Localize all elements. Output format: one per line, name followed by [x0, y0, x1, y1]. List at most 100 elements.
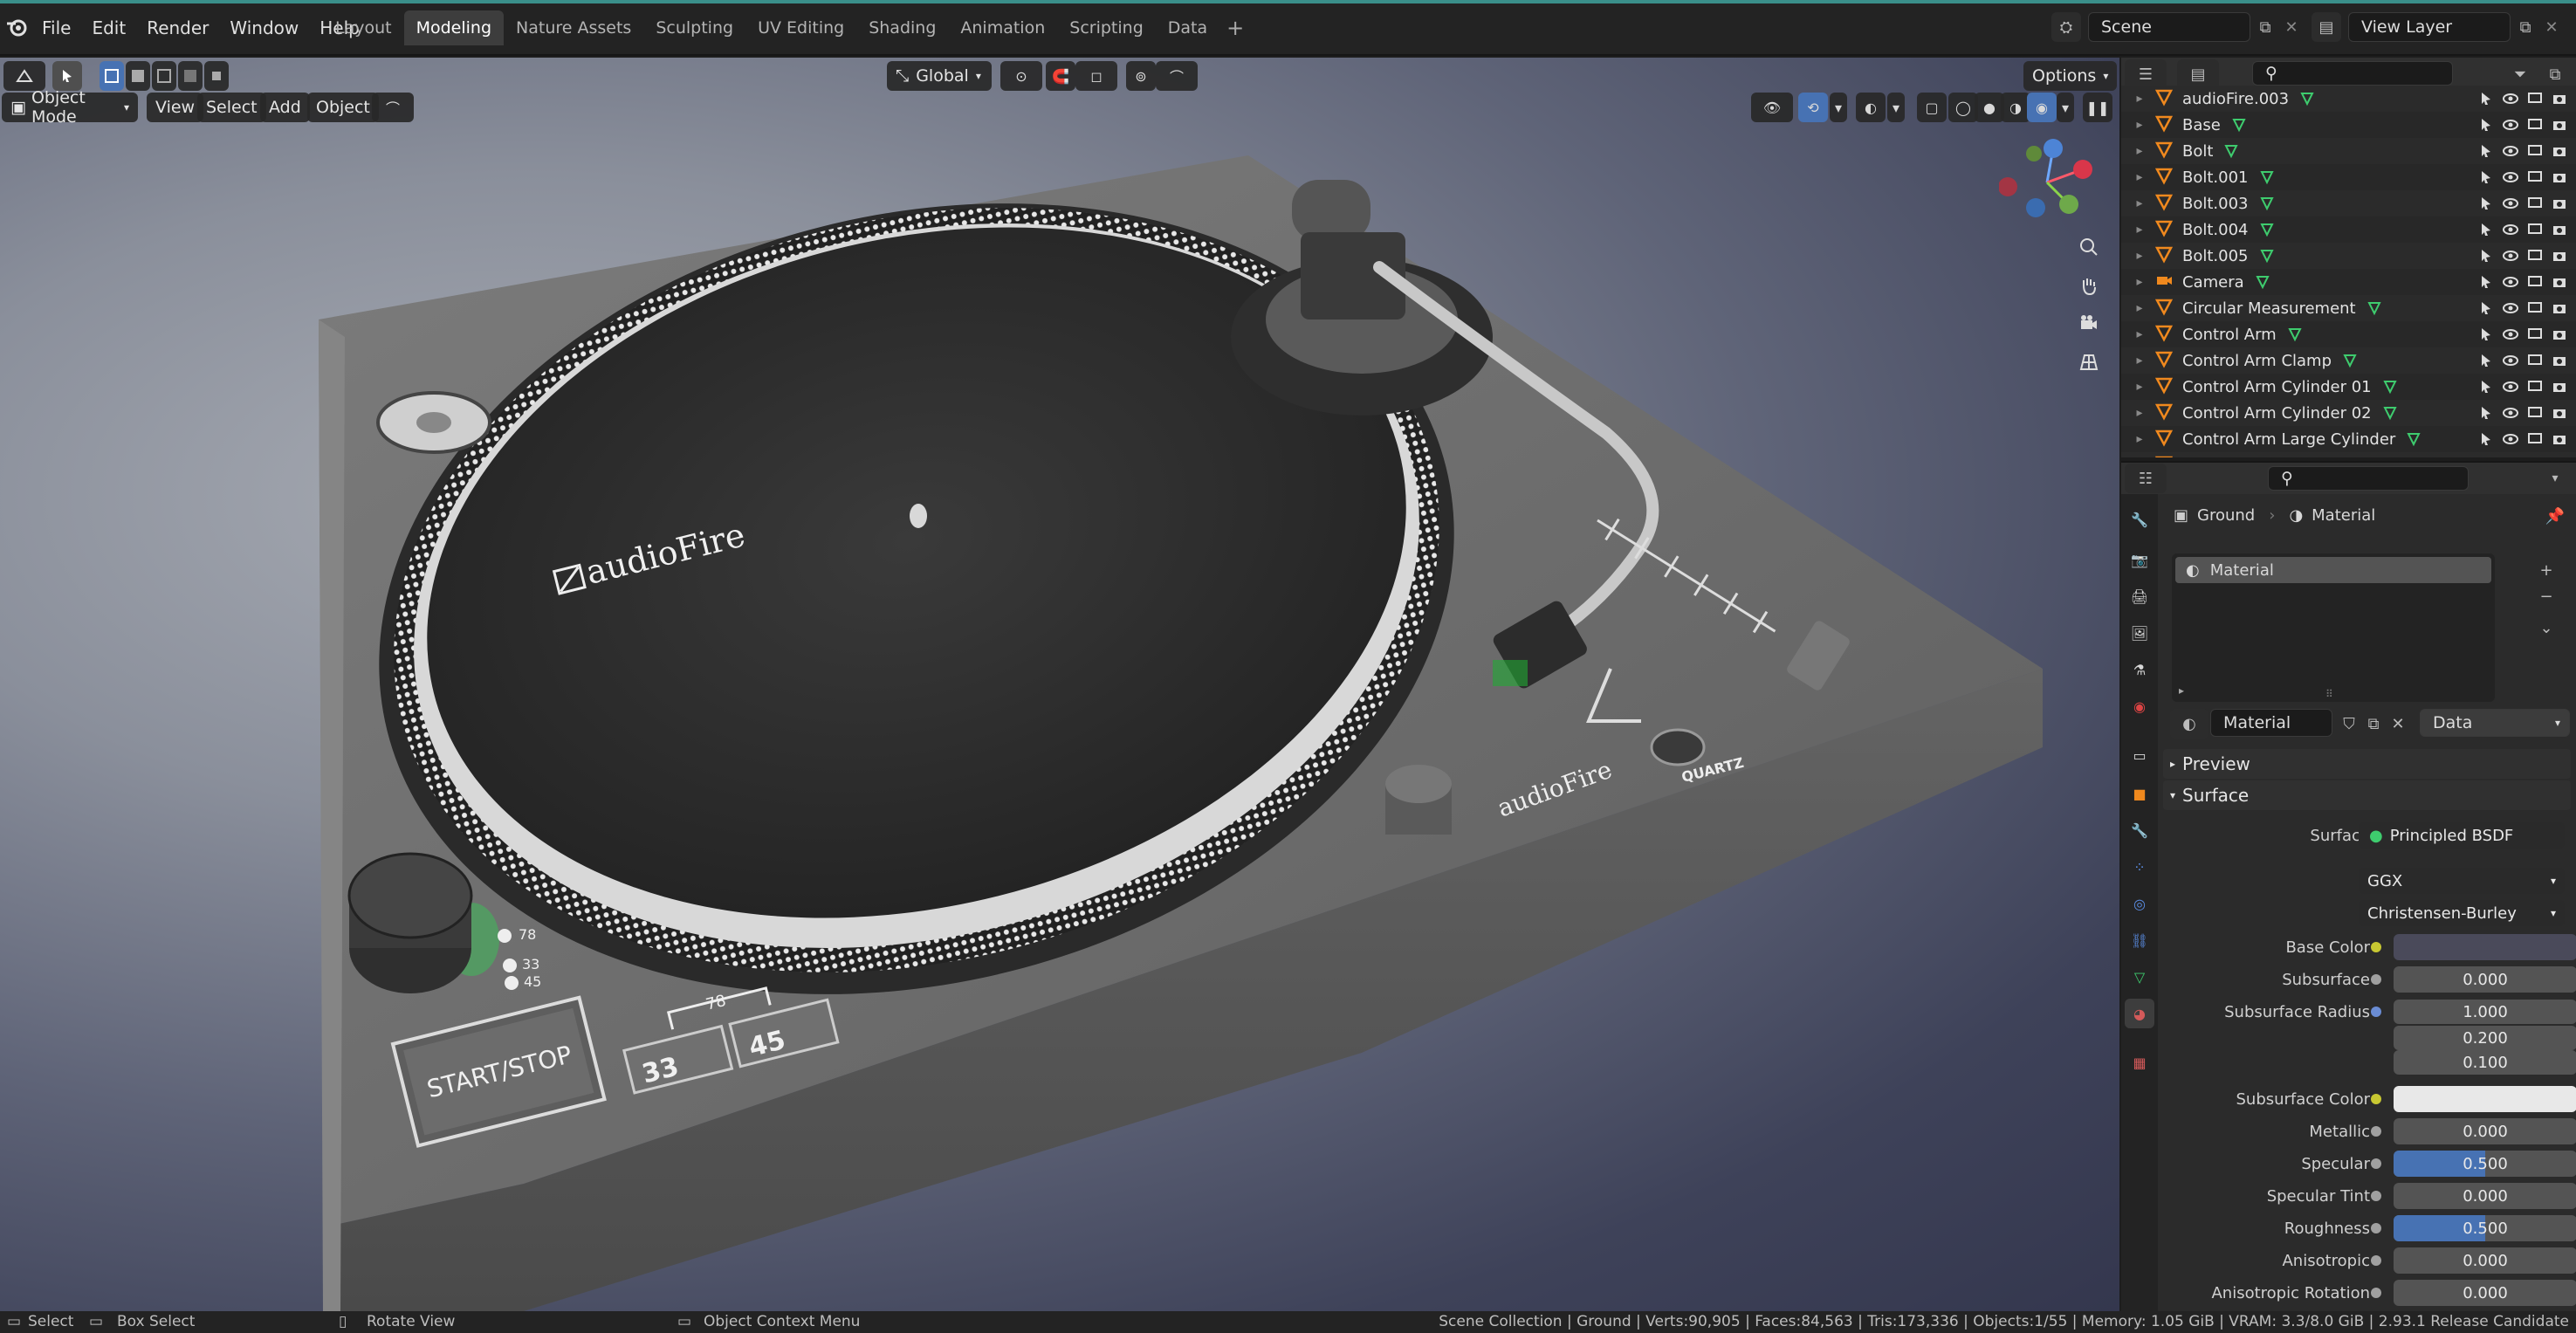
number-field[interactable]: 0.000 [2394, 1118, 2576, 1144]
number-field[interactable]: 0.100 [2394, 1050, 2576, 1075]
subsurface-method-dropdown[interactable]: Christensen-Burley ▾ [2359, 900, 2565, 926]
select-mode-subtract-icon[interactable] [152, 61, 176, 91]
monitor-icon[interactable] [2527, 248, 2543, 264]
object-tab-icon[interactable]: ■ [2125, 779, 2154, 808]
surface-panel-header[interactable]: ▾ Surface [2163, 780, 2571, 810]
expand-arrow-icon[interactable]: ▸ [2125, 118, 2154, 132]
render-camera-icon[interactable] [2552, 326, 2567, 342]
render-camera-icon[interactable] [2552, 222, 2567, 237]
list-expand-icon[interactable]: ▸ [2179, 684, 2184, 697]
render-camera-icon[interactable] [2552, 431, 2567, 447]
outliner-row[interactable]: ▸ Control Arm Cylinder 01 [2121, 374, 2576, 400]
tab-nature-assets[interactable]: Nature Assets [504, 10, 643, 45]
expand-arrow-icon[interactable]: ▸ [2125, 144, 2154, 158]
scene-new-icon[interactable]: ⧉ [2250, 12, 2280, 42]
eye-icon[interactable] [2503, 405, 2518, 421]
monitor-icon[interactable] [2527, 274, 2543, 290]
transform-orientation-dropdown[interactable]: ⤡ Global ▾ [887, 61, 992, 91]
selectable-arrow-icon[interactable] [2478, 248, 2494, 264]
view-layer-new-icon[interactable]: ⧉ [2511, 12, 2540, 42]
selectable-arrow-icon[interactable] [2478, 143, 2494, 159]
transform-affect-icon[interactable]: ⌒ [372, 93, 414, 122]
expand-arrow-icon[interactable]: ▸ [2125, 432, 2154, 446]
socket-dot-icon[interactable] [2371, 1255, 2381, 1266]
selectable-arrow-icon[interactable] [2478, 169, 2494, 185]
outliner-row[interactable]: ▸ Bolt [2121, 138, 2576, 164]
proportional-falloff-icon[interactable]: ⌒ [1156, 61, 1198, 91]
monitor-icon[interactable] [2527, 143, 2543, 159]
outliner-editor-type-icon[interactable]: ☰ [2125, 59, 2167, 89]
physics-tab-icon[interactable]: ◎ [2125, 889, 2154, 918]
surface-shader-selector[interactable]: ● Principled BSDF [2359, 822, 2565, 849]
outliner-row[interactable]: ▸ Control Arm Large Cylinder [2121, 426, 2576, 452]
menu-render[interactable]: Render [136, 12, 219, 44]
monitor-icon[interactable] [2527, 222, 2543, 237]
view-layer-tab-icon[interactable]: 🖼 [2125, 618, 2154, 648]
tab-animation[interactable]: Animation [948, 10, 1057, 45]
camera-view-icon[interactable] [2074, 309, 2104, 339]
collection-tab-icon[interactable]: ▭ [2125, 740, 2154, 770]
render-camera-icon[interactable] [2552, 379, 2567, 395]
menu-file[interactable]: File [31, 12, 81, 44]
eye-icon[interactable] [2503, 117, 2518, 133]
tab-uv-editing[interactable]: UV Editing [745, 10, 856, 45]
selectable-arrow-icon[interactable] [2478, 326, 2494, 342]
render-camera-icon[interactable] [2552, 117, 2567, 133]
socket-dot-icon[interactable] [2371, 1007, 2381, 1017]
unlink-material-icon[interactable]: ✕ [2383, 709, 2413, 739]
filter-icon[interactable]: ⏷ [2505, 59, 2535, 89]
render-camera-icon[interactable] [2552, 169, 2567, 185]
eye-icon[interactable] [2503, 143, 2518, 159]
outliner-display-mode-icon[interactable]: ▤ [2177, 59, 2219, 89]
outliner-row[interactable]: ▸ Control Arm Cylinder 02 [2121, 400, 2576, 426]
pause-render-icon[interactable]: ❚❚ [2083, 93, 2112, 122]
render-camera-icon[interactable] [2552, 353, 2567, 368]
scene-tab-icon[interactable]: ⚗ [2125, 655, 2154, 684]
render-camera-icon[interactable] [2552, 196, 2567, 211]
eye-icon[interactable] [2503, 379, 2518, 395]
outliner-row[interactable]: ▸ audioFire.003 [2121, 86, 2576, 112]
add-workspace-icon[interactable]: + [1219, 10, 1251, 45]
eye-icon[interactable] [2503, 91, 2518, 107]
tab-sculpting[interactable]: Sculpting [643, 10, 745, 45]
outliner-row[interactable]: ▸ Bolt.005 [2121, 243, 2576, 269]
eye-icon[interactable] [2503, 353, 2518, 368]
expand-arrow-icon[interactable]: ▸ [2125, 275, 2154, 289]
viewport-menu-select[interactable]: Select [197, 93, 266, 122]
slot-specials-icon[interactable]: ⌄ [2531, 613, 2561, 642]
eye-icon[interactable] [2503, 274, 2518, 290]
socket-dot-icon[interactable] [2371, 1191, 2381, 1201]
xray-toggle-icon[interactable]: ▢ [1917, 93, 1947, 122]
proportional-edit-icon[interactable]: ⊚ [1126, 61, 1156, 91]
solid-shading-icon[interactable]: ● [1975, 93, 2004, 122]
list-resize-grip-icon[interactable]: ⠿ [2325, 688, 2333, 700]
tab-modeling[interactable]: Modeling [403, 10, 505, 45]
monitor-icon[interactable] [2527, 353, 2543, 368]
monitor-icon[interactable] [2527, 431, 2543, 447]
monitor-icon[interactable] [2527, 379, 2543, 395]
snap-toggle-icon[interactable]: 🧲 [1046, 61, 1075, 91]
view-layer-browse-icon[interactable]: ▤ [2312, 12, 2341, 42]
remove-slot-icon[interactable]: − [2531, 581, 2561, 611]
zoom-icon[interactable] [2074, 232, 2104, 262]
outliner-row[interactable]: ▸ Bolt.004 [2121, 216, 2576, 243]
texture-tab-icon[interactable]: ▦ [2125, 1048, 2154, 1077]
socket-dot-icon[interactable] [2371, 974, 2381, 985]
outliner-row[interactable]: ▸Control Arm Lower Base [2121, 452, 2576, 457]
selectable-arrow-icon[interactable] [2478, 300, 2494, 316]
monitor-icon[interactable] [2527, 169, 2543, 185]
expand-arrow-icon[interactable]: ▸ [2125, 406, 2154, 420]
tab-layout[interactable]: Layout [323, 10, 404, 45]
socket-dot-icon[interactable] [2371, 1288, 2381, 1298]
eye-icon[interactable] [2503, 326, 2518, 342]
selectable-arrow-icon[interactable] [2478, 379, 2494, 395]
options-dropdown[interactable]: Options ▾ [2023, 61, 2118, 91]
outliner-search-input[interactable]: ⚲ [2252, 61, 2453, 86]
tab-scripting[interactable]: Scripting [1057, 10, 1156, 45]
number-field[interactable]: 0.200 [2394, 1026, 2576, 1050]
number-field[interactable]: 0.000 [2394, 966, 2576, 993]
color-swatch[interactable] [2394, 1086, 2576, 1112]
tool-tab-icon[interactable]: 🔧 [2125, 505, 2154, 534]
modifiers-tab-icon[interactable]: 🔧 [2125, 815, 2154, 845]
outliner-row[interactable]: ▸ Base [2121, 112, 2576, 138]
